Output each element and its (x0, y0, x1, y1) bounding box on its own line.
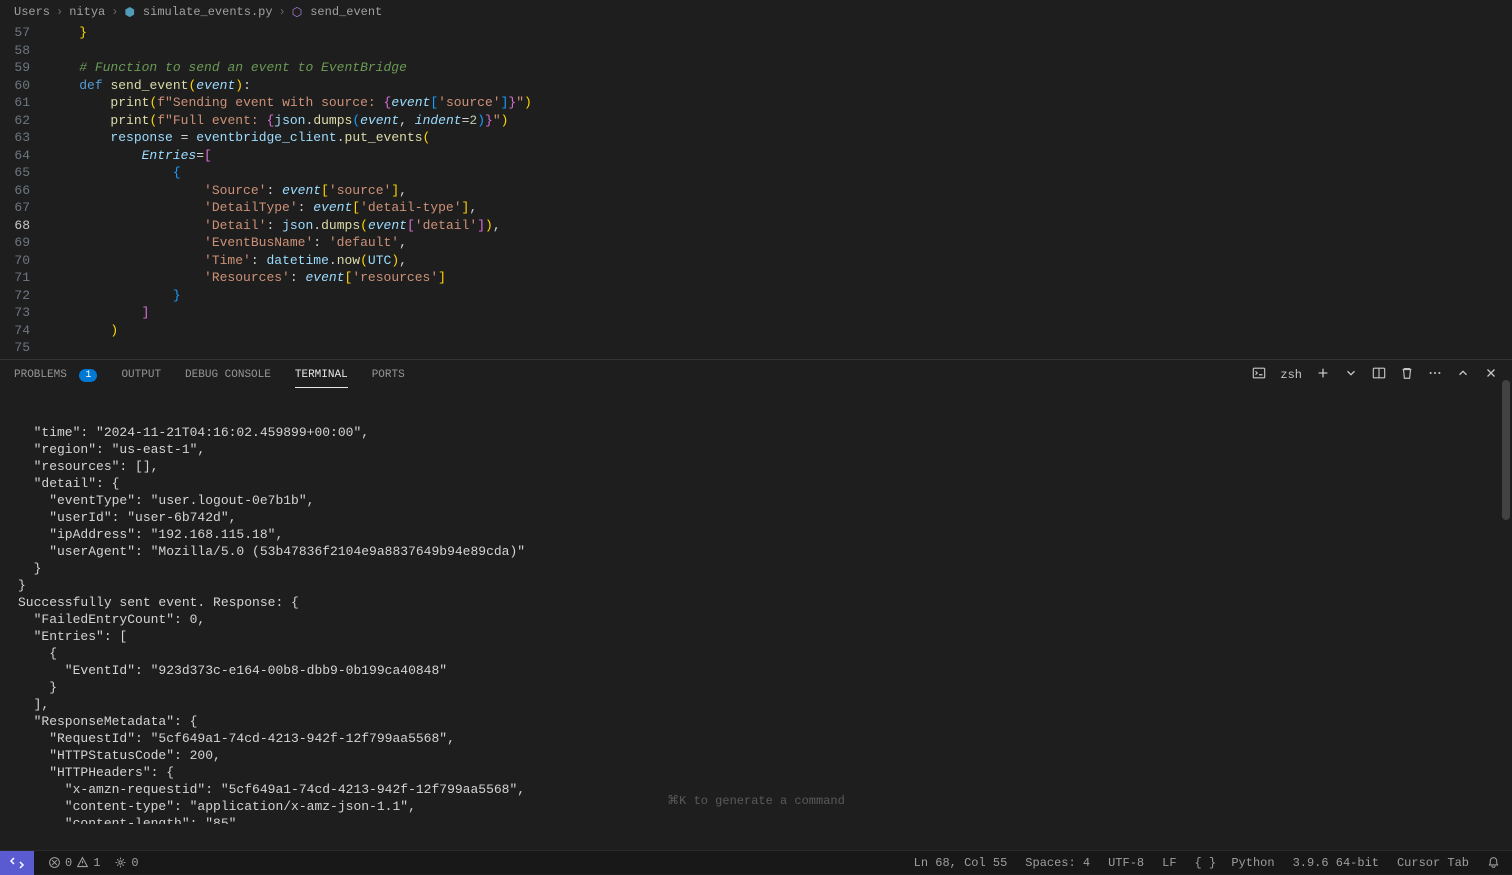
indentation[interactable]: Spaces: 4 (1025, 856, 1090, 870)
scrollbar-thumb[interactable] (1502, 380, 1510, 520)
code-line[interactable]: { (48, 164, 1512, 182)
code-line[interactable]: 'Detail': json.dumps(event['detail']), (48, 217, 1512, 235)
tab-debug-console[interactable]: DEBUG CONSOLE (185, 363, 271, 387)
chevron-right-icon: › (111, 5, 118, 19)
code-line[interactable]: } (48, 287, 1512, 305)
code-line[interactable] (48, 42, 1512, 60)
code-line[interactable]: # Function to send an event to EventBrid… (48, 59, 1512, 77)
ports-count: 0 (131, 856, 138, 870)
panel-actions: zsh (1252, 366, 1498, 384)
line-number: 65 (0, 164, 30, 182)
code-line[interactable] (48, 339, 1512, 357)
cursor-position[interactable]: Ln 68, Col 55 (914, 856, 1008, 870)
status-left: 0 1 0 (0, 851, 139, 875)
breadcrumb-users[interactable]: Users (14, 5, 50, 19)
kill-terminal-icon[interactable] (1400, 366, 1414, 384)
line-number: 70 (0, 252, 30, 270)
line-number: 64 (0, 147, 30, 165)
line-number: 68 (0, 217, 30, 235)
code-line[interactable]: print(f"Full event: {json.dumps(event, i… (48, 112, 1512, 130)
remote-indicator[interactable] (0, 851, 34, 875)
code-line[interactable]: Entries=[ (48, 147, 1512, 165)
breadcrumb[interactable]: Users › nitya › ⬢ simulate_events.py › ⬡… (0, 0, 1512, 24)
code-line[interactable]: def send_event(event): (48, 77, 1512, 95)
line-number: 72 (0, 287, 30, 305)
warning-count: 1 (93, 856, 100, 870)
code-line[interactable]: 'Source': event['source'], (48, 182, 1512, 200)
line-number: 71 (0, 269, 30, 287)
line-number: 60 (0, 77, 30, 95)
encoding[interactable]: UTF-8 (1108, 856, 1144, 870)
function-icon: ⬡ (292, 5, 302, 20)
tab-problems[interactable]: PROBLEMS 1 (14, 363, 97, 388)
split-terminal-icon[interactable] (1372, 366, 1386, 384)
breadcrumb-file[interactable]: simulate_events.py (143, 5, 273, 19)
tab-output[interactable]: OUTPUT (121, 363, 161, 387)
terminal-hint: ⌘K to generate a command (667, 793, 845, 810)
code-line[interactable]: 'EventBusName': 'default', (48, 234, 1512, 252)
code-line[interactable]: 'Resources': event['resources'] (48, 269, 1512, 287)
code-line[interactable]: print(f"Sending event with source: {even… (48, 94, 1512, 112)
error-count: 0 (65, 856, 72, 870)
line-number: 67 (0, 199, 30, 217)
line-number: 58 (0, 42, 30, 60)
terminal-output[interactable]: "time": "2024-11-21T04:16:02.459899+00:0… (0, 390, 1512, 824)
line-number: 62 (0, 112, 30, 130)
status-problems[interactable]: 0 1 (48, 856, 100, 870)
python-interpreter[interactable]: 3.9.6 64-bit (1293, 856, 1379, 870)
language-label: Python (1231, 856, 1274, 870)
line-number: 66 (0, 182, 30, 200)
code-line[interactable]: } (48, 24, 1512, 42)
chevron-right-icon: › (279, 5, 286, 19)
more-actions-icon[interactable] (1428, 366, 1442, 384)
status-ports[interactable]: 0 (114, 856, 138, 870)
scrollbar[interactable] (1500, 0, 1512, 850)
code-line[interactable]: ] (48, 304, 1512, 322)
code-line[interactable]: 'DetailType': event['detail-type'], (48, 199, 1512, 217)
close-panel-icon[interactable] (1484, 366, 1498, 384)
line-number: 57 (0, 24, 30, 42)
tab-problems-label: PROBLEMS (14, 369, 67, 381)
tab-ports[interactable]: PORTS (372, 363, 405, 387)
maximize-panel-icon[interactable] (1456, 366, 1470, 384)
breadcrumb-symbol[interactable]: send_event (310, 5, 382, 19)
code-editor[interactable]: 57585960616263646566676869707172737475 }… (0, 24, 1512, 359)
status-right: Ln 68, Col 55 Spaces: 4 UTF-8 LF { } Pyt… (914, 856, 1500, 870)
code-content[interactable]: } # Function to send an event to EventBr… (48, 24, 1512, 359)
language-mode[interactable]: { } Python (1195, 856, 1275, 870)
breadcrumb-user[interactable]: nitya (69, 5, 105, 19)
line-number: 59 (0, 59, 30, 77)
shell-name[interactable]: zsh (1280, 368, 1302, 382)
terminal-dropdown-icon[interactable] (1344, 366, 1358, 384)
line-number: 63 (0, 129, 30, 147)
terminal-launch-icon[interactable] (1252, 366, 1266, 384)
code-line[interactable]: response = eventbridge_client.put_events… (48, 129, 1512, 147)
panel-tabs: PROBLEMS 1 OUTPUT DEBUG CONSOLE TERMINAL… (0, 360, 1512, 390)
line-number: 61 (0, 94, 30, 112)
line-number-gutter: 57585960616263646566676869707172737475 (0, 24, 48, 359)
terminal-text: "time": "2024-11-21T04:16:02.459899+00:0… (18, 424, 1494, 824)
tab-terminal[interactable]: TERMINAL (295, 363, 348, 388)
bottom-panel: PROBLEMS 1 OUTPUT DEBUG CONSOLE TERMINAL… (0, 359, 1512, 824)
notifications-icon[interactable] (1487, 856, 1500, 869)
braces-icon: { } (1195, 856, 1217, 870)
eol[interactable]: LF (1162, 856, 1176, 870)
status-bar: 0 1 0 Ln 68, Col 55 Spaces: 4 UTF-8 LF {… (0, 850, 1512, 874)
line-number: 69 (0, 234, 30, 252)
line-number: 75 (0, 339, 30, 357)
cursor-tab[interactable]: Cursor Tab (1397, 856, 1469, 870)
problems-badge: 1 (79, 369, 97, 382)
python-file-icon: ⬢ (124, 5, 134, 20)
line-number: 74 (0, 322, 30, 340)
chevron-right-icon: › (56, 5, 63, 19)
line-number: 73 (0, 304, 30, 322)
code-line[interactable]: ) (48, 322, 1512, 340)
code-line[interactable]: 'Time': datetime.now(UTC), (48, 252, 1512, 270)
new-terminal-icon[interactable] (1316, 366, 1330, 384)
